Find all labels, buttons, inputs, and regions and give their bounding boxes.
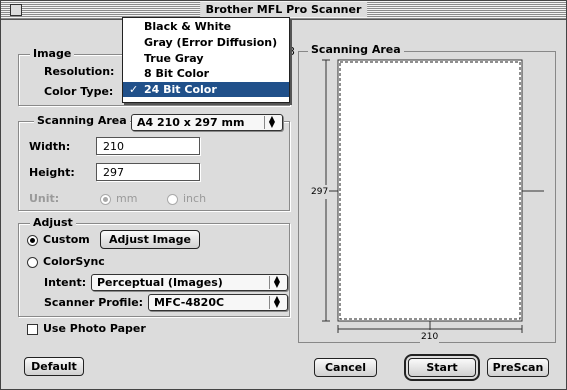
scan-preview-panel: Scanning Area 297 210	[298, 43, 556, 344]
select-arrows-icon: ▲ ▼	[269, 275, 284, 289]
width-label: Width:	[29, 140, 71, 153]
menu-item-true-gray[interactable]: True Gray	[123, 51, 289, 66]
prescan-button[interactable]: PreScan	[487, 358, 549, 377]
custom-radio[interactable]	[27, 235, 38, 246]
width-dimension-label: 210	[420, 330, 440, 344]
adjust-image-button[interactable]: Adjust Image	[100, 230, 200, 249]
preview-legend: Scanning Area	[308, 43, 404, 56]
scanner-window: Brother MFL Pro Scanner Image Resolution…	[0, 0, 567, 390]
scan-size-value: A4 210 x 297 mm	[137, 116, 245, 129]
image-group-legend: Image	[30, 47, 75, 60]
unit-mm-radio[interactable]	[100, 194, 111, 205]
color-type-label: Color Type:	[44, 85, 114, 98]
checkmark-icon: ✓	[129, 83, 139, 96]
start-button[interactable]: Start	[404, 354, 480, 381]
scanner-profile-label: Scanner Profile:	[44, 296, 144, 309]
unit-label: Unit:	[29, 192, 60, 205]
resolution-label: Resolution:	[44, 65, 115, 78]
use-photo-paper-label: Use Photo Paper	[43, 322, 146, 335]
menu-item-gray-error-diffusion[interactable]: Gray (Error Diffusion)	[123, 35, 289, 50]
adjust-legend: Adjust	[30, 216, 76, 229]
close-box-icon[interactable]	[10, 4, 22, 16]
intent-select[interactable]: Perceptual (Images) ▲ ▼	[91, 274, 288, 291]
width-field[interactable]: 210	[96, 137, 200, 155]
window-title: Brother MFL Pro Scanner	[199, 2, 368, 17]
custom-label: Custom	[43, 233, 90, 246]
preview-page	[337, 59, 523, 322]
scanner-profile-value: MFC-4820C	[154, 296, 225, 309]
colorsync-label: ColorSync	[43, 255, 105, 268]
scan-size-select[interactable]: A4 210 x 297 mm ▲ ▼	[131, 114, 283, 131]
intent-label: Intent:	[44, 276, 87, 289]
cancel-button[interactable]: Cancel	[314, 358, 377, 377]
scanner-profile-select[interactable]: MFC-4820C ▲ ▼	[148, 294, 288, 311]
height-dimension-label: 297	[310, 185, 330, 199]
default-button[interactable]: Default	[24, 357, 84, 376]
unit-inch-radio[interactable]	[167, 194, 178, 205]
menu-item-24-bit-color[interactable]: ✓ 24 Bit Color	[123, 82, 289, 97]
use-photo-paper-checkbox[interactable]	[27, 324, 38, 335]
scanning-area-legend: Scanning Area	[34, 114, 130, 127]
menu-item-black-white[interactable]: Black & White	[123, 19, 289, 34]
select-arrows-icon: ▲ ▼	[269, 295, 284, 309]
height-field[interactable]: 297	[96, 163, 200, 181]
unit-mm-label: mm	[116, 192, 138, 205]
menu-item-8-bit-color[interactable]: 8 Bit Color	[123, 66, 289, 81]
unit-inch-label: inch	[183, 192, 207, 205]
color-type-menu[interactable]: Black & White Gray (Error Diffusion) Tru…	[122, 17, 290, 103]
scan-preview-area[interactable]	[298, 43, 556, 343]
intent-value: Perceptual (Images)	[97, 276, 223, 289]
colorsync-radio[interactable]	[27, 257, 38, 268]
select-arrows-icon: ▲ ▼	[264, 115, 279, 129]
height-label: Height:	[29, 166, 75, 179]
